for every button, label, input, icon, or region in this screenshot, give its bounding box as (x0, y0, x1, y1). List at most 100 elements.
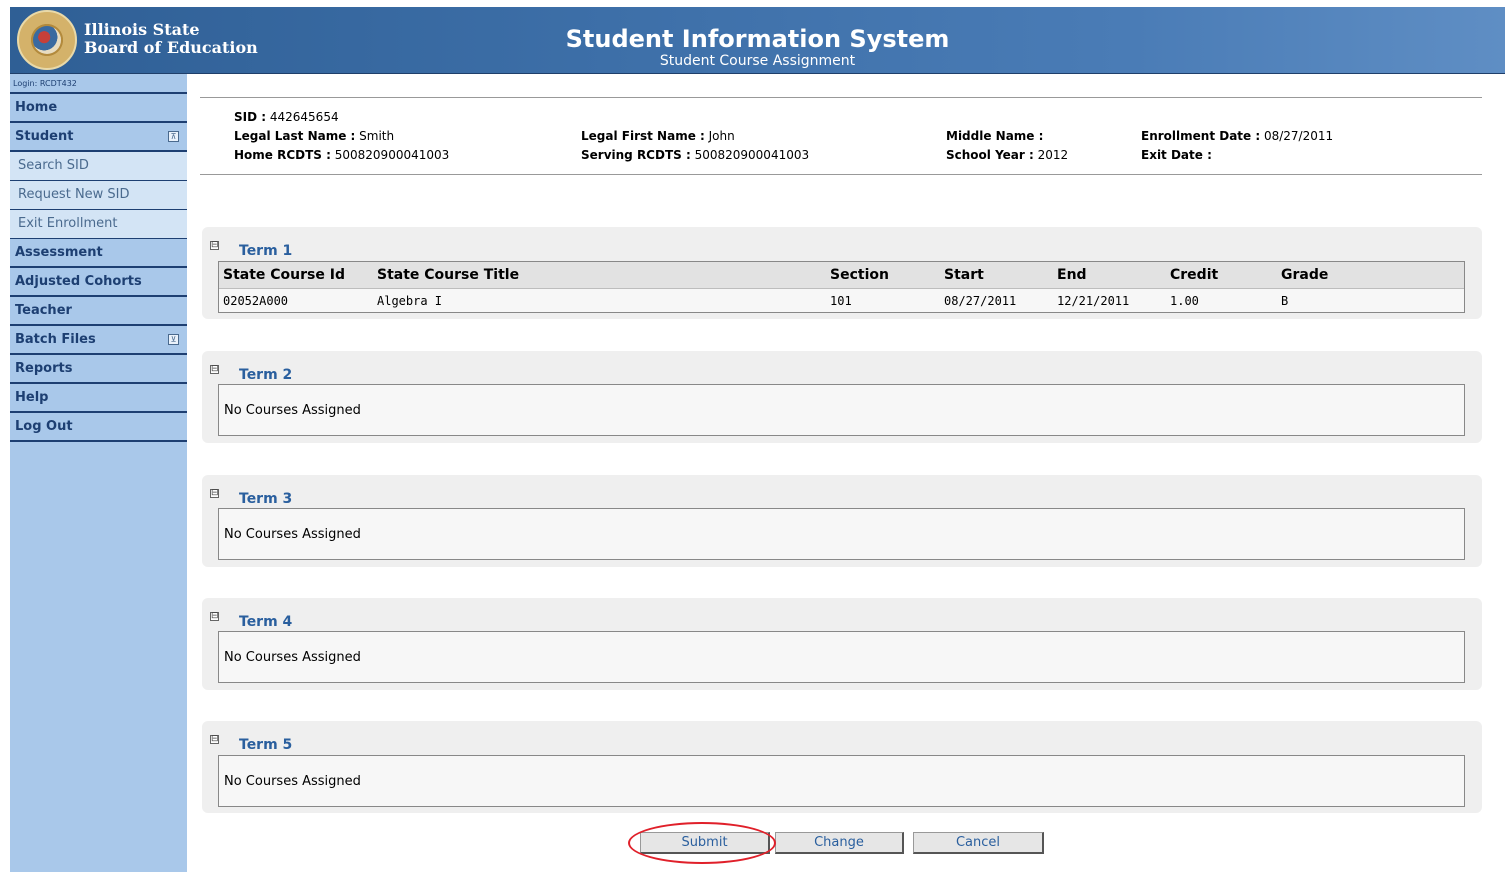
section-cell: 101 (830, 294, 852, 308)
sidebar-item-label: Help (15, 390, 49, 405)
sidebar-item-reports[interactable]: Reports (10, 355, 187, 384)
courses-table-container: State Course Id State Course Title Secti… (218, 261, 1465, 313)
last-name-label: Legal Last Name : (234, 129, 356, 143)
sidebar-item-home[interactable]: Home (10, 94, 187, 123)
term-panel: ⊟ Term 4 No Courses Assigned (202, 598, 1482, 690)
serving-rcdts-label: Serving RCDTS : (581, 148, 691, 162)
sidebar-item-adjusted-cohorts[interactable]: Adjusted Cohorts (10, 268, 187, 297)
divider (200, 97, 1482, 98)
sid-value: 442645654 (269, 110, 339, 124)
first-name-field: Legal First Name : John (581, 128, 735, 144)
first-name-value: John (708, 129, 735, 143)
home-rcdts-value: 500820900041003 (334, 148, 450, 162)
enrollment-date-value: 08/27/2011 (1263, 129, 1334, 143)
column-header: Section (826, 262, 940, 289)
sidebar-item-batch-files[interactable]: Batch Files ⊻ (10, 326, 187, 355)
no-courses-text: No Courses Assigned (224, 650, 361, 665)
middle-name-label: Middle Name : (946, 129, 1044, 143)
sidebar-item-label: Reports (15, 361, 73, 376)
term-title: Term 4 (239, 614, 293, 630)
term-title: Term 5 (239, 737, 293, 753)
enrollment-date-label: Enrollment Date : (1141, 129, 1261, 143)
collapse-icon[interactable]: ⊟ (210, 612, 219, 621)
middle-name-field: Middle Name : (946, 128, 1043, 144)
term-panel: ⊟ Term 2 No Courses Assigned (202, 351, 1482, 443)
school-year-value: 2012 (1037, 148, 1069, 162)
term-panel: ⊟ Term 5 No Courses Assigned (202, 721, 1482, 813)
sidebar-item-label: Search SID (18, 158, 89, 173)
credit-cell: 1.00 (1170, 294, 1199, 308)
table-row: 02052A000 Algebra I 101 08/27/2011 12/21… (219, 289, 1464, 314)
no-courses-text: No Courses Assigned (224, 527, 361, 542)
collapse-icon[interactable]: ⊟ (210, 489, 219, 498)
last-name-value: Smith (359, 129, 395, 143)
sidebar-item-label: Batch Files (15, 332, 96, 347)
login-label: Login: RCDT432 (10, 74, 187, 94)
divider (200, 174, 1482, 175)
first-name-label: Legal First Name : (581, 129, 705, 143)
courses-container: No Courses Assigned (218, 384, 1465, 436)
app-header: Illinois State Board of Education Studen… (10, 7, 1505, 74)
column-header: End (1053, 262, 1166, 289)
column-header: Start (940, 262, 1053, 289)
courses-container: No Courses Assigned (218, 631, 1465, 683)
cancel-button[interactable]: Cancel (913, 832, 1044, 854)
sidebar-item-label: Log Out (15, 419, 73, 434)
exit-date-label: Exit Date : (1141, 148, 1212, 162)
sidebar-item-label: Student (15, 129, 74, 144)
sidebar-item-assessment[interactable]: Assessment (10, 239, 187, 268)
column-header: State Course Title (373, 262, 826, 289)
home-rcdts-field: Home RCDTS : 500820900041003 (234, 147, 449, 163)
school-year-field: School Year : 2012 (946, 147, 1068, 163)
column-header: Credit (1166, 262, 1277, 289)
collapse-icon[interactable]: ⊟ (210, 241, 219, 250)
collapse-icon[interactable]: ⊟ (210, 735, 219, 744)
serving-rcdts-field: Serving RCDTS : 500820900041003 (581, 147, 809, 163)
term-panel: ⊟ Term 1 State Course Id State Course Ti… (202, 227, 1482, 319)
term-title: Term 1 (239, 243, 293, 259)
courses-table: State Course Id State Course Title Secti… (219, 262, 1464, 313)
home-rcdts-label: Home RCDTS : (234, 148, 331, 162)
enrollment-date-field: Enrollment Date : 08/27/2011 (1141, 128, 1333, 144)
sidebar-item-help[interactable]: Help (10, 384, 187, 413)
sidebar-item-exit-enrollment[interactable]: Exit Enrollment (10, 210, 187, 239)
grade-cell: B (1281, 294, 1289, 308)
last-name-field: Legal Last Name : Smith (234, 128, 394, 144)
collapse-up-icon[interactable]: ⊼ (168, 131, 179, 142)
exit-date-field: Exit Date : (1141, 147, 1212, 163)
sidebar-item-label: Exit Enrollment (18, 216, 118, 231)
sidebar-nav: Login: RCDT432 Home Student ⊼ Search SID… (10, 74, 187, 872)
term-panel: ⊟ Term 3 No Courses Assigned (202, 475, 1482, 567)
sidebar-item-label: Adjusted Cohorts (15, 274, 142, 289)
term-title: Term 3 (239, 491, 293, 507)
sidebar-item-label: Request New SID (18, 187, 130, 202)
serving-rcdts-value: 500820900041003 (694, 148, 810, 162)
no-courses-text: No Courses Assigned (224, 403, 361, 418)
courses-container: No Courses Assigned (218, 508, 1465, 560)
school-year-label: School Year : (946, 148, 1034, 162)
start-cell: 08/27/2011 (944, 294, 1017, 308)
sidebar-item-search-sid[interactable]: Search SID (10, 152, 187, 181)
sidebar-item-label: Teacher (15, 303, 72, 318)
course-title-cell: Algebra I (377, 294, 443, 308)
app-title: Student Information System (565, 25, 950, 53)
end-cell: 12/21/2011 (1057, 294, 1130, 308)
column-header: Grade (1277, 262, 1464, 289)
no-courses-text: No Courses Assigned (224, 774, 361, 789)
sid-field: SID : 442645654 (234, 109, 339, 125)
term-title: Term 2 (239, 367, 293, 383)
expand-down-icon[interactable]: ⊻ (168, 334, 179, 345)
courses-container: No Courses Assigned (218, 755, 1465, 807)
sidebar-item-teacher[interactable]: Teacher (10, 297, 187, 326)
sidebar-item-request-new-sid[interactable]: Request New SID (10, 181, 187, 210)
collapse-icon[interactable]: ⊟ (210, 365, 219, 374)
page-subtitle: Student Course Assignment (659, 53, 856, 69)
course-id-cell: 02052A000 (223, 294, 289, 308)
sidebar-item-log-out[interactable]: Log Out (10, 413, 187, 442)
submit-highlight-annotation (628, 822, 776, 864)
sidebar-item-label: Assessment (15, 245, 103, 260)
column-header: State Course Id (219, 262, 373, 289)
change-button[interactable]: Change (775, 832, 904, 854)
sidebar-item-student[interactable]: Student ⊼ (10, 123, 187, 152)
sidebar-item-label: Home (15, 100, 58, 115)
